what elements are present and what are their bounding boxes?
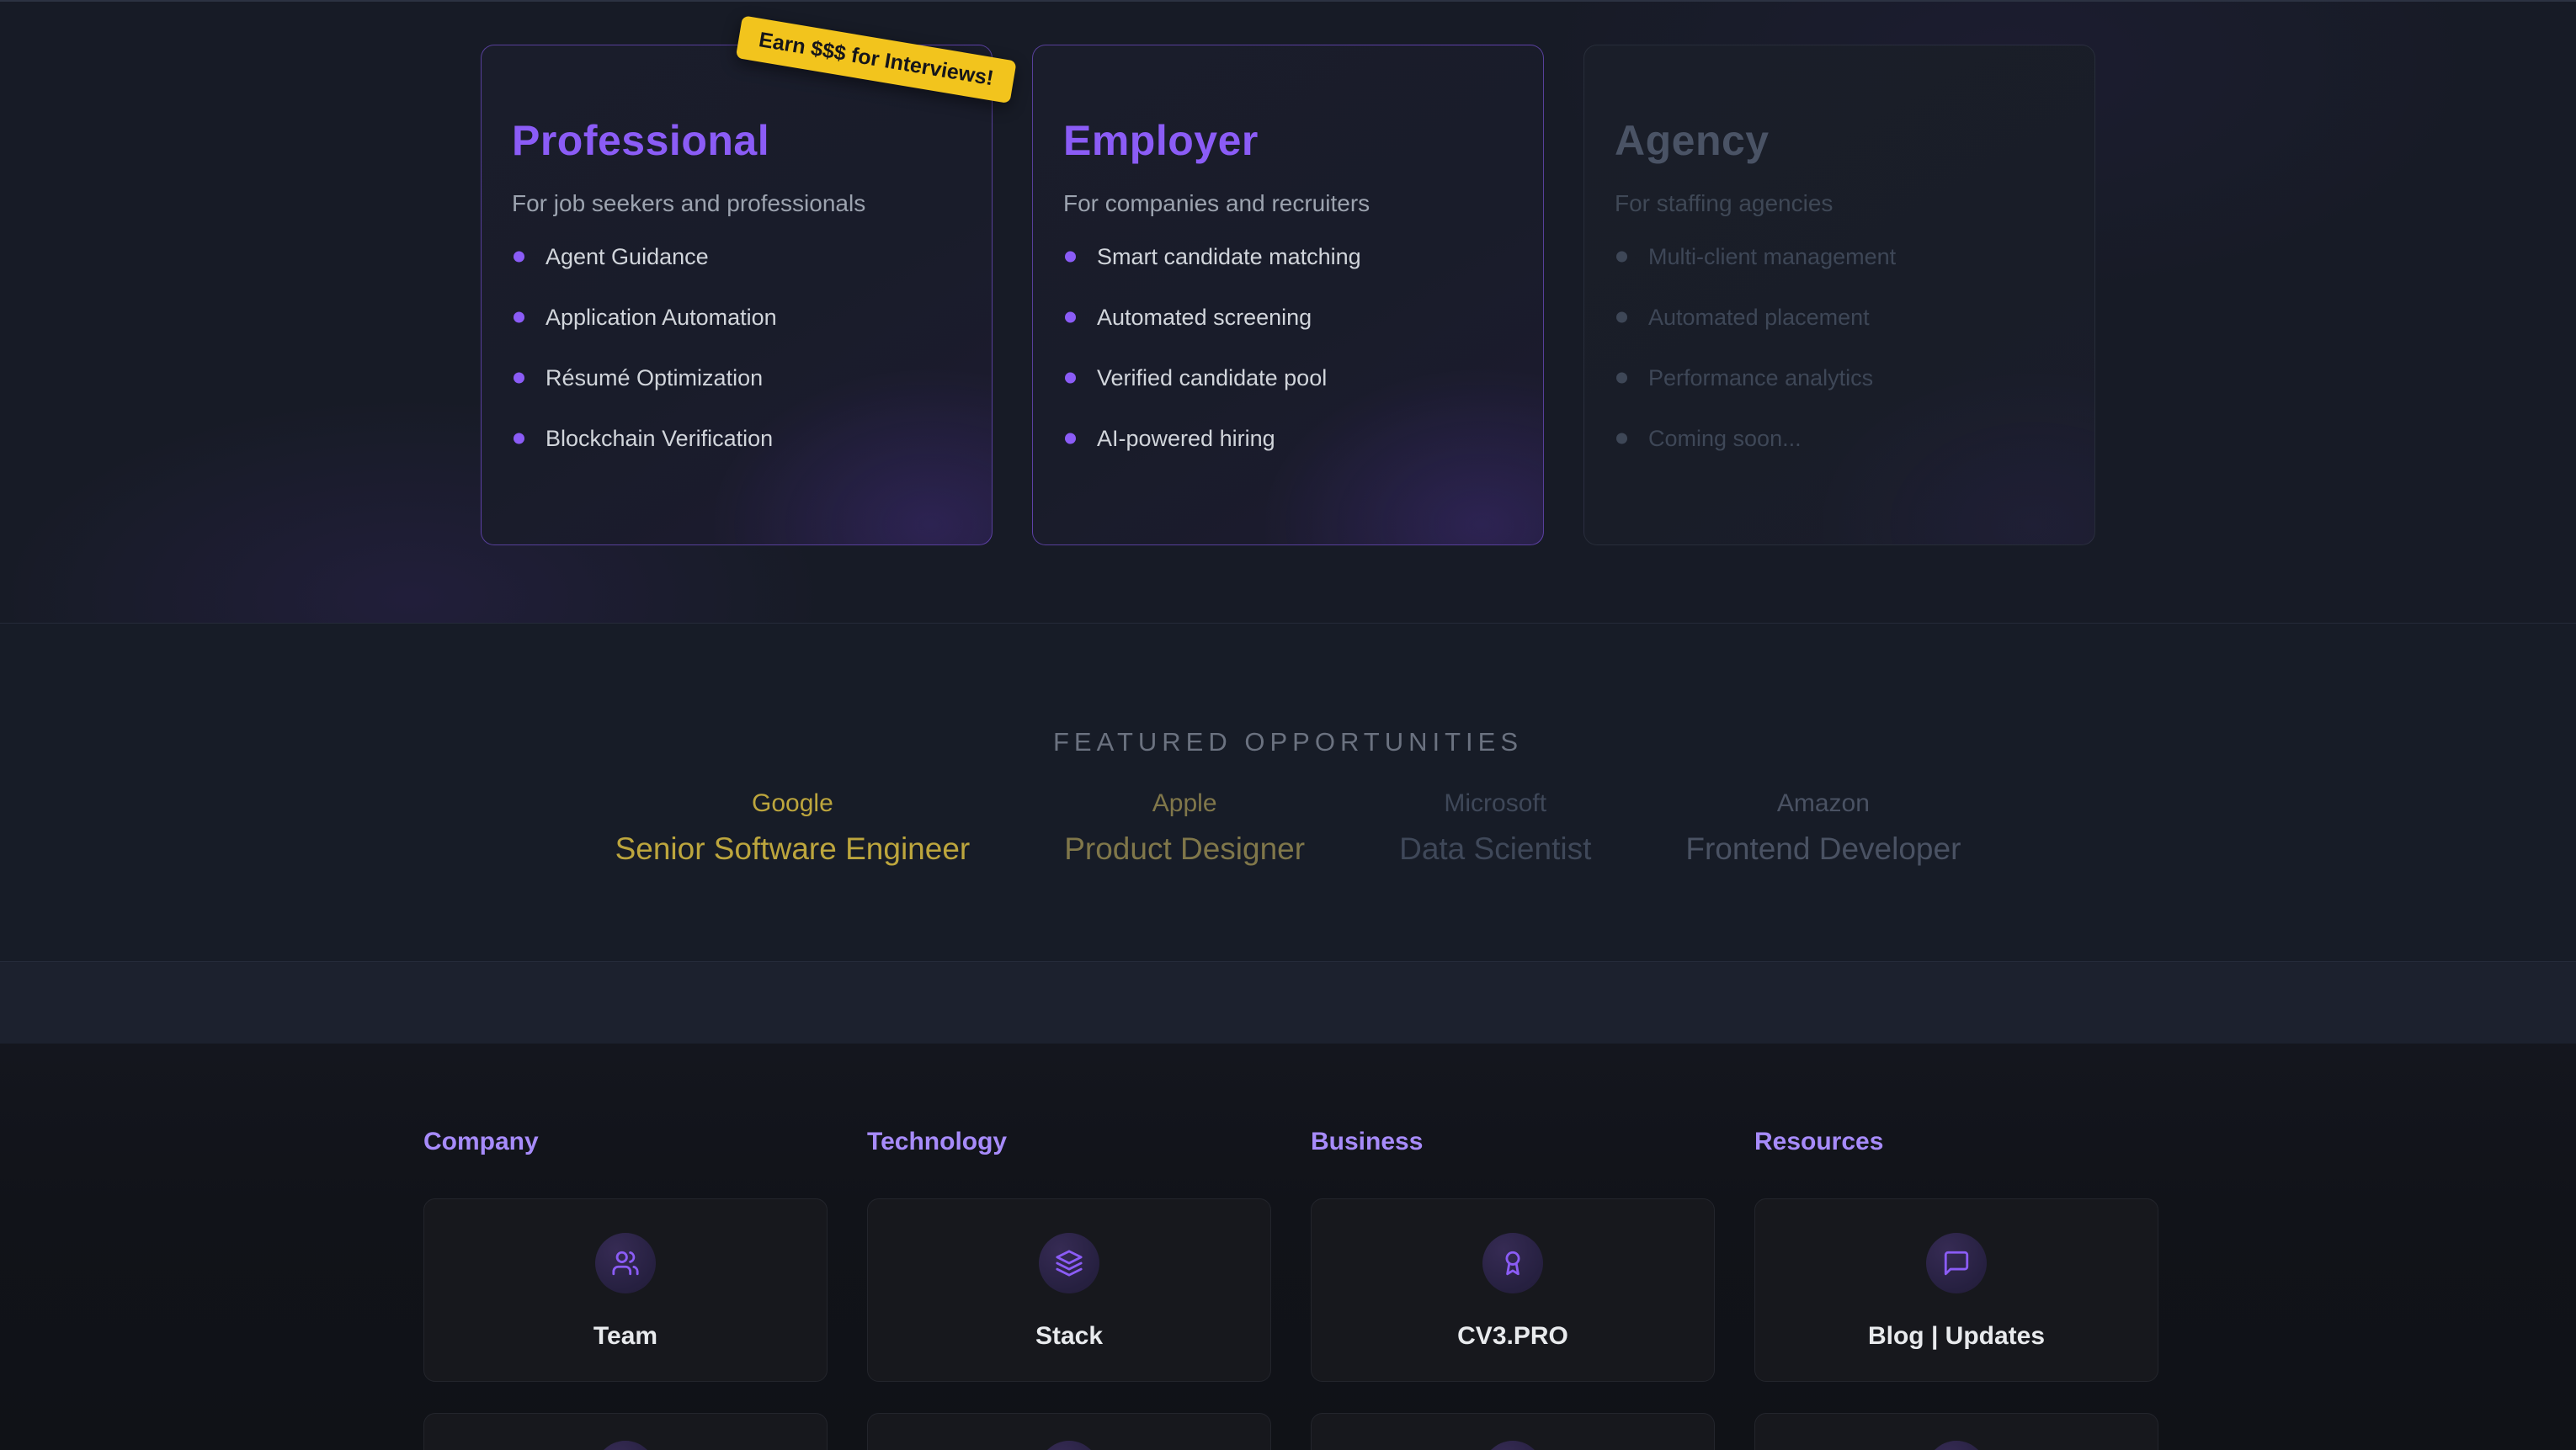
footer-column-business: Business CV3.PRO (1311, 1128, 1715, 1450)
icon-circle (1926, 1441, 1987, 1450)
icon-circle (1482, 1233, 1543, 1293)
plan-feature-list: Agent Guidance Application Automation Ré… (512, 242, 961, 453)
plan-feature: Application Automation (512, 303, 961, 332)
footer-card-blog[interactable]: Blog | Updates (1754, 1198, 2158, 1382)
icon-circle (1039, 1441, 1099, 1450)
footer-card-partial[interactable] (1754, 1413, 2158, 1450)
plan-subtitle: For job seekers and professionals (512, 190, 961, 217)
featured-jobs-row: Google Senior Software Engineer Apple Pr… (0, 789, 2576, 867)
footer-section: Company Team (0, 1044, 2576, 1450)
job-company: Microsoft (1399, 789, 1591, 818)
plan-feature: Smart candidate matching (1063, 242, 1513, 271)
plan-subtitle: For staffing agencies (1615, 190, 2064, 217)
plan-feature: Automated screening (1063, 303, 1513, 332)
message-icon (1942, 1249, 1971, 1277)
plan-card-professional[interactable]: Professional For job seekers and profess… (481, 45, 993, 545)
footer-card-label: Blog | Updates (1755, 1322, 2158, 1351)
footer-inner: Company Team (423, 1044, 2153, 1450)
layers-icon (1055, 1249, 1083, 1277)
featured-heading: FEATURED OPPORTUNITIES (0, 727, 2576, 757)
plan-subtitle: For companies and recruiters (1063, 190, 1513, 217)
icon-circle (1482, 1441, 1543, 1450)
plan-cards-row: Professional For job seekers and profess… (0, 45, 2576, 545)
plans-section: Earn $$$ for Interviews! Professional Fo… (0, 0, 2576, 624)
plan-feature: Verified candidate pool (1063, 364, 1513, 392)
plan-feature: Résumé Optimization (512, 364, 961, 392)
plan-title: Agency (1615, 116, 2064, 165)
plan-feature-list: Multi-client management Automated placem… (1615, 242, 2064, 453)
footer-card-team[interactable]: Team (423, 1198, 828, 1382)
job-role: Senior Software Engineer (615, 831, 971, 867)
footer-columns: Company Team (423, 1128, 2153, 1450)
job-item-apple[interactable]: Apple Product Designer (1064, 789, 1305, 867)
plan-feature: Blockchain Verification (512, 424, 961, 453)
footer-card-stack[interactable]: Stack (867, 1198, 1271, 1382)
plan-title: Employer (1063, 116, 1513, 165)
footer-column-heading: Company (423, 1128, 828, 1156)
award-icon (1498, 1249, 1527, 1277)
plan-feature: Performance analytics (1615, 364, 2064, 392)
footer-card-partial[interactable] (423, 1413, 828, 1450)
plan-feature-list: Smart candidate matching Automated scree… (1063, 242, 1513, 453)
plan-feature: Agent Guidance (512, 242, 961, 271)
icon-circle (595, 1233, 656, 1293)
users-icon (611, 1249, 640, 1277)
footer-card-label: CV3.PRO (1312, 1322, 1714, 1351)
job-item-google[interactable]: Google Senior Software Engineer (615, 789, 971, 867)
plan-feature: Automated placement (1615, 303, 2064, 332)
pricing-landing-page: Earn $$$ for Interviews! Professional Fo… (0, 0, 2576, 1450)
icon-circle (1926, 1233, 1987, 1293)
icon-circle (595, 1441, 656, 1450)
footer-column-heading: Resources (1754, 1128, 2158, 1156)
plan-feature: AI-powered hiring (1063, 424, 1513, 453)
footer-card-partial[interactable] (867, 1413, 1271, 1450)
job-item-microsoft[interactable]: Microsoft Data Scientist (1399, 789, 1591, 867)
job-company: Apple (1064, 789, 1305, 818)
footer-column-technology: Technology Stack (867, 1128, 1271, 1450)
footer-column-heading: Business (1311, 1128, 1715, 1156)
job-company: Amazon (1685, 789, 1961, 818)
footer-card-label: Team (424, 1322, 827, 1351)
job-role: Frontend Developer (1685, 831, 1961, 867)
job-role: Data Scientist (1399, 831, 1591, 867)
footer-column-resources: Resources Blog | Updates (1754, 1128, 2158, 1450)
plan-feature: Coming soon... (1615, 424, 2064, 453)
plan-title: Professional (512, 116, 961, 165)
featured-opportunities-section: FEATURED OPPORTUNITIES Google Senior Sof… (0, 624, 2576, 962)
job-company: Google (615, 789, 971, 818)
job-role: Product Designer (1064, 831, 1305, 867)
plan-card-agency: Agency For staffing agencies Multi-clien… (1583, 45, 2095, 545)
plan-feature: Multi-client management (1615, 242, 2064, 271)
footer-column-heading: Technology (867, 1128, 1271, 1156)
plan-card-employer[interactable]: Employer For companies and recruiters Sm… (1032, 45, 1544, 545)
icon-circle (1039, 1233, 1099, 1293)
footer-card-label: Stack (868, 1322, 1270, 1351)
footer-column-company: Company Team (423, 1128, 828, 1450)
footer-card-partial[interactable] (1311, 1413, 1715, 1450)
section-spacer-band (0, 962, 2576, 1044)
job-item-amazon[interactable]: Amazon Frontend Developer (1685, 789, 1961, 867)
footer-card-cv3pro[interactable]: CV3.PRO (1311, 1198, 1715, 1382)
